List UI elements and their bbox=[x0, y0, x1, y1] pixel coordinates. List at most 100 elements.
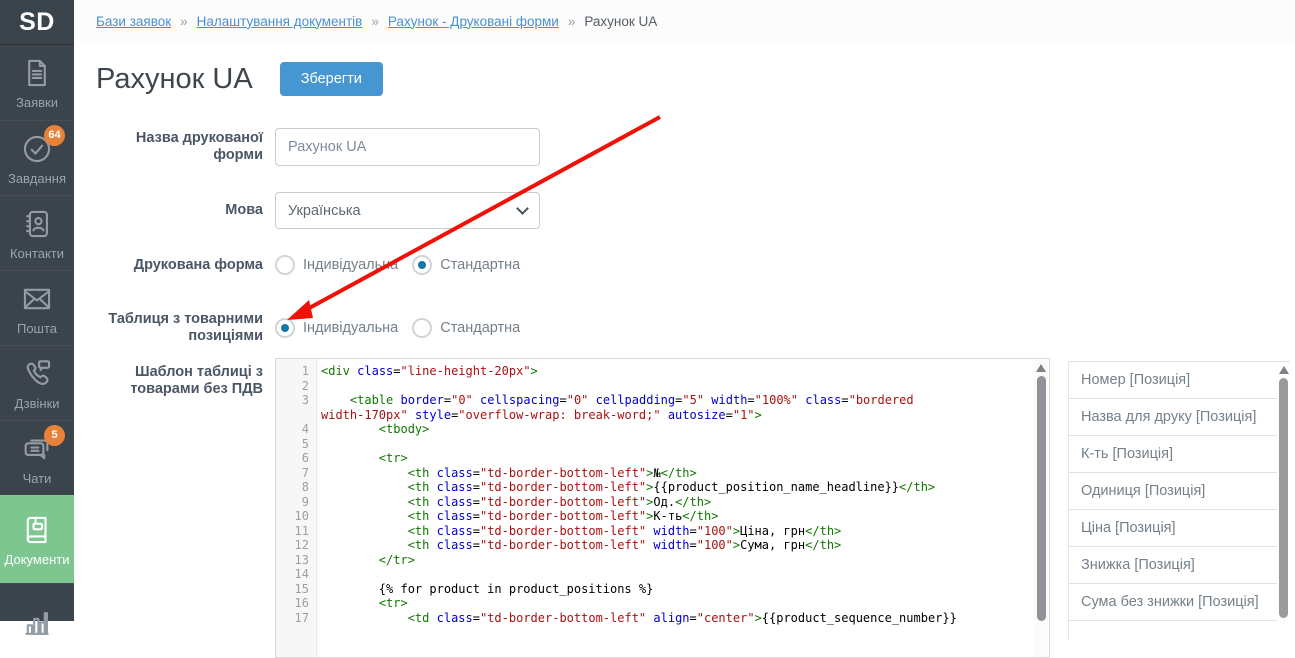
radio-option[interactable]: Індивідуальна bbox=[275, 255, 398, 275]
radio-label: Стандартна bbox=[440, 320, 520, 336]
radio-label: Індивідуальна bbox=[303, 257, 398, 273]
form-row-items-table: Таблиця з товарними позиціями Індивідуал… bbox=[96, 311, 1295, 344]
code-line: 12 <th class="td-border-bottom-left" wid… bbox=[276, 538, 1049, 553]
code-text: <tr> bbox=[317, 596, 1049, 611]
breadcrumb-separator: » bbox=[371, 14, 379, 29]
code-text: <div class="line-height-20px"> bbox=[317, 364, 1049, 379]
line-number: 8 bbox=[276, 480, 317, 495]
radio-label: Стандартна bbox=[440, 257, 520, 273]
notification-badge: 5 bbox=[44, 425, 65, 446]
sidebar-item-mail[interactable]: Пошта bbox=[0, 270, 74, 345]
template-code-editor[interactable]: 1<div class="line-height-20px">2 3 <tabl… bbox=[275, 358, 1050, 658]
items-table-radio-group: Індивідуальна Стандартна bbox=[275, 318, 520, 338]
variables-panel: Номер [Позиція]Назва для друку [Позиція]… bbox=[1068, 361, 1290, 641]
breadcrumb-separator: » bbox=[568, 14, 576, 29]
code-line: 3 <table border="0" cellspacing="0" cell… bbox=[276, 393, 1049, 422]
code-text: <tbody> bbox=[317, 422, 1049, 437]
title-row: Рахунок UA Зберегти bbox=[74, 42, 1295, 98]
code-text: <th class="td-border-bottom-left">Од.</t… bbox=[317, 495, 1049, 510]
print-form-label: Друкована форма bbox=[96, 257, 263, 274]
sidebar-item-chats[interactable]: 5 Чати bbox=[0, 420, 74, 495]
line-number: 4 bbox=[276, 422, 317, 437]
sidebar-item-requests[interactable]: Заявки bbox=[0, 45, 74, 120]
print-form-radio-group: Індивідуальна Стандартна bbox=[275, 255, 520, 275]
code-text: <th class="td-border-bottom-left" width=… bbox=[317, 524, 1049, 539]
sidebar-item-label: Пошта bbox=[17, 321, 57, 336]
print-form-settings: Назва друкованої форми Мова Українська Д… bbox=[74, 128, 1295, 658]
check-circle-icon: 64 bbox=[19, 131, 55, 167]
radio-checked[interactable] bbox=[412, 255, 432, 275]
address-book-icon bbox=[19, 206, 55, 242]
scroll-up-icon[interactable] bbox=[1036, 364, 1046, 372]
language-field-label: Мова bbox=[96, 202, 263, 219]
line-number: 13 bbox=[276, 553, 317, 568]
form-name-input[interactable] bbox=[275, 128, 540, 166]
code-line: 17 <td class="td-border-bottom-left" ali… bbox=[276, 611, 1049, 626]
variable-item[interactable]: Номер [Позиція] bbox=[1069, 362, 1290, 399]
variable-item[interactable]: Знижка [Позиція] bbox=[1069, 547, 1290, 584]
sidebar-item-contacts[interactable]: Контакти bbox=[0, 195, 74, 270]
line-number: 7 bbox=[276, 466, 317, 481]
code-line: 6 <tr> bbox=[276, 451, 1049, 466]
line-number: 2 bbox=[276, 379, 317, 394]
code-line: 13 </tr> bbox=[276, 553, 1049, 568]
line-number: 11 bbox=[276, 524, 317, 539]
code-line: 10 <th class="td-border-bottom-left">К-т… bbox=[276, 509, 1049, 524]
save-button[interactable]: Зберегти bbox=[280, 62, 383, 96]
sidebar-item-calls[interactable]: Дзвінки bbox=[0, 345, 74, 420]
template-editor-label: Шаблон таблиці з товарами без ПДВ bbox=[96, 364, 263, 397]
code-line: 4 <tbody> bbox=[276, 422, 1049, 437]
line-number: 16 bbox=[276, 596, 317, 611]
items-table-label: Таблиця з товарними позиціями bbox=[96, 311, 263, 344]
code-text: <tr> bbox=[317, 451, 1049, 466]
variable-item[interactable]: Одиниця [Позиція] bbox=[1069, 473, 1290, 510]
breadcrumb-item[interactable]: Рахунок - Друковані форми bbox=[388, 14, 559, 29]
code-text bbox=[317, 437, 1049, 452]
scroll-up-icon[interactable] bbox=[1279, 366, 1289, 374]
line-number: 5 bbox=[276, 437, 317, 452]
code-line: 14 bbox=[276, 567, 1049, 582]
code-line: 7 <th class="td-border-bottom-left">№</t… bbox=[276, 466, 1049, 481]
language-select-value: Українська bbox=[288, 203, 361, 219]
editor-scrollbar[interactable] bbox=[1034, 360, 1048, 657]
code-text: <td class="td-border-bottom-left" align=… bbox=[317, 611, 1049, 626]
code-text: </tr> bbox=[317, 553, 1049, 568]
sidebar-item-tasks[interactable]: 64Завдання bbox=[0, 120, 74, 195]
breadcrumb-separator: » bbox=[180, 14, 188, 29]
sidebar-item-label: Чати bbox=[23, 471, 52, 486]
line-number: 10 bbox=[276, 509, 317, 524]
code-text bbox=[317, 379, 1049, 394]
variable-item[interactable]: К-ть [Позиція] bbox=[1069, 436, 1290, 473]
variable-item[interactable]: Назва для друку [Позиція] bbox=[1069, 399, 1290, 436]
page-title: Рахунок UA bbox=[96, 60, 253, 98]
variable-item[interactable]: Сума без знижки [Позиція] bbox=[1069, 584, 1290, 621]
variables-scrollbar-thumb[interactable] bbox=[1279, 378, 1288, 618]
variable-item[interactable]: Ціна [Позиція] bbox=[1069, 510, 1290, 547]
variables-scrollbar[interactable] bbox=[1277, 362, 1290, 641]
code-line: 8 <th class="td-border-bottom-left">{{pr… bbox=[276, 480, 1049, 495]
editor-scrollbar-thumb[interactable] bbox=[1037, 376, 1046, 621]
sidebar-item-documents[interactable]: Документи bbox=[0, 495, 74, 583]
envelope-icon bbox=[19, 281, 55, 317]
radio-unchecked[interactable] bbox=[412, 318, 432, 338]
radio-option[interactable]: Індивідуальна bbox=[275, 318, 398, 338]
radio-checked[interactable] bbox=[275, 318, 295, 338]
radio-option[interactable]: Стандартна bbox=[412, 255, 520, 275]
code-text: <th class="td-border-bottom-left" width=… bbox=[317, 538, 1049, 553]
form-row-template-editor: Шаблон таблиці з товарами без ПДВ 1<div … bbox=[96, 358, 1295, 658]
sidebar-item-label: Контакти bbox=[10, 246, 64, 261]
form-row-print-form: Друкована форма Індивідуальна Стандартна bbox=[96, 255, 1295, 275]
code-line: 5 bbox=[276, 437, 1049, 452]
main-content: Рахунок UA Зберегти Назва друкованої фор… bbox=[74, 42, 1295, 621]
code-lines: 1<div class="line-height-20px">2 3 <tabl… bbox=[276, 359, 1049, 625]
code-line: 1<div class="line-height-20px"> bbox=[276, 364, 1049, 379]
code-line: 9 <th class="td-border-bottom-left">Од.<… bbox=[276, 495, 1049, 510]
form-row-language: Мова Українська bbox=[96, 192, 1295, 229]
radio-unchecked[interactable] bbox=[275, 255, 295, 275]
line-number: 1 bbox=[276, 364, 317, 379]
language-select[interactable]: Українська bbox=[275, 192, 540, 229]
radio-option[interactable]: Стандартна bbox=[412, 318, 520, 338]
breadcrumb-item[interactable]: Бази заявок bbox=[96, 14, 171, 29]
line-number: 6 bbox=[276, 451, 317, 466]
breadcrumb-item[interactable]: Налаштування документів bbox=[197, 14, 363, 29]
